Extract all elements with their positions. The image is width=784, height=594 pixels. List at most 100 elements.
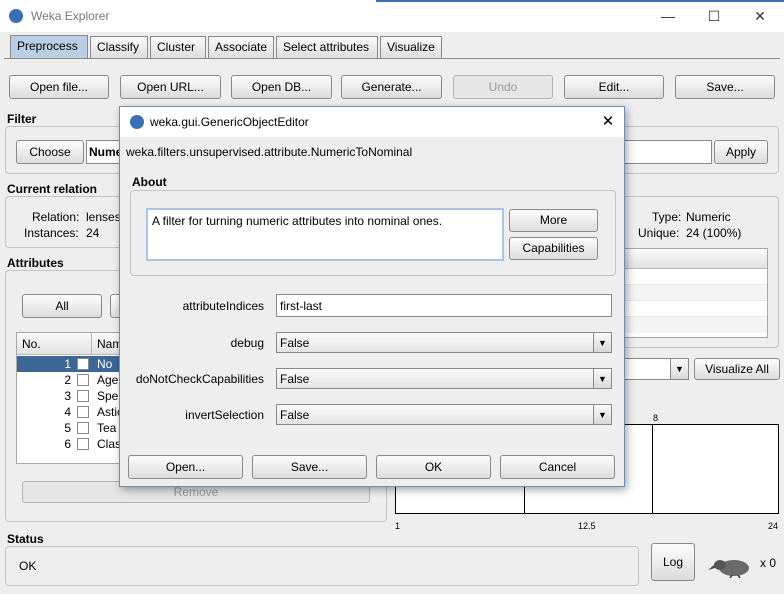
close-window-button[interactable]: ✕ <box>750 6 770 26</box>
tab-classify[interactable]: Classify <box>90 36 148 58</box>
unique-label: Unique: <box>638 226 680 240</box>
debug-label: debug <box>230 336 264 350</box>
save-button[interactable]: Save... <box>675 75 775 99</box>
window-title: Weka Explorer <box>31 9 110 23</box>
unique-value: 24 (100%) <box>686 226 742 240</box>
histogram-bar-divider <box>652 424 653 514</box>
chevron-down-icon: ▼ <box>670 359 688 379</box>
attribute-row[interactable]: 4 Astic <box>17 404 135 420</box>
attribute-name: Clas <box>97 437 122 451</box>
attribute-indices-label: attributeIndices <box>182 299 264 313</box>
attribute-row[interactable]: 3 Spe <box>17 388 135 404</box>
task-count: x 0 <box>760 556 777 570</box>
dialog-open-button[interactable]: Open... <box>128 455 243 479</box>
attribute-row[interactable]: 1 No <box>17 356 135 372</box>
axis-tick-min: 1 <box>395 521 401 531</box>
window-top-accent <box>376 0 784 2</box>
filter-heading: Filter <box>7 112 37 126</box>
chevron-down-icon: ▼ <box>593 333 611 352</box>
log-button[interactable]: Log <box>651 543 695 581</box>
attribute-list: No. Nam 1 No 2 Age 3 Spe 4 Astic 5 Tea 6 Clas <box>16 332 136 464</box>
maximize-button[interactable]: ☐ <box>704 6 724 26</box>
capabilities-button[interactable]: Capabilities <box>509 237 598 260</box>
axis-tick-mid: 12.5 <box>578 521 596 531</box>
dialog-close-button[interactable]: ✕ <box>598 112 618 132</box>
tab-associate[interactable]: Associate <box>208 36 274 58</box>
instances-label: Instances: <box>24 226 79 240</box>
attribute-name: Tea <box>97 421 117 435</box>
invert-selection-select[interactable]: False ▼ <box>276 404 612 425</box>
attribute-checkbox[interactable] <box>77 374 89 386</box>
tab-divider <box>4 58 780 59</box>
debug-value: False <box>280 336 310 350</box>
axis-tick-max: 24 <box>768 521 779 531</box>
chevron-down-icon: ▼ <box>593 369 611 388</box>
attribute-row[interactable]: 5 Tea <box>17 420 135 436</box>
choose-filter-button[interactable]: Choose <box>16 140 84 164</box>
column-no: No. <box>22 337 41 351</box>
attribute-list-header: No. Nam <box>17 333 135 355</box>
visualize-all-button[interactable]: Visualize All <box>694 358 780 380</box>
attribute-name: No <box>97 357 113 371</box>
tab-preprocess[interactable]: Preprocess <box>10 35 88 59</box>
generic-object-editor-dialog: weka.gui.GenericObjectEditor ✕ weka.filt… <box>119 106 625 487</box>
tab-cluster[interactable]: Cluster <box>150 36 206 58</box>
type-label: Type: <box>652 210 682 224</box>
statistics-table <box>624 248 768 338</box>
attribute-checkbox[interactable] <box>77 438 89 450</box>
weka-app-icon <box>130 115 144 129</box>
instances-value: 24 <box>86 226 100 240</box>
current-relation-heading: Current relation <box>7 182 98 196</box>
apply-button[interactable]: Apply <box>714 140 768 164</box>
dialog-title: weka.gui.GenericObjectEditor <box>150 115 309 129</box>
more-button[interactable]: More <box>509 209 598 232</box>
attribute-name: Age <box>97 373 119 387</box>
open-url-button[interactable]: Open URL... <box>120 75 221 99</box>
attribute-name: Spe <box>97 389 119 403</box>
status-heading: Status <box>7 532 44 546</box>
attribute-number: 6 <box>64 437 71 451</box>
statistics-table-header <box>625 249 767 269</box>
dialog-save-button[interactable]: Save... <box>252 455 367 479</box>
generate-button[interactable]: Generate... <box>341 75 442 99</box>
attribute-number: 5 <box>64 421 71 435</box>
dialog-title-bar: weka.gui.GenericObjectEditor ✕ <box>120 107 624 137</box>
attribute-row[interactable]: 6 Clas <box>17 436 135 452</box>
attribute-checkbox[interactable] <box>77 390 89 402</box>
do-not-check-capabilities-select[interactable]: False ▼ <box>276 368 612 389</box>
minimize-button[interactable]: — <box>658 6 678 26</box>
about-text-area: A filter for turning numeric attributes … <box>146 208 504 261</box>
about-heading: About <box>132 175 167 189</box>
attribute-row[interactable]: 2 Age <box>17 372 135 388</box>
open-db-button[interactable]: Open DB... <box>231 75 332 99</box>
status-text: OK <box>19 559 37 573</box>
attribute-checkbox[interactable] <box>77 422 89 434</box>
weka-bird-icon <box>708 556 754 579</box>
dialog-ok-button[interactable]: OK <box>376 455 491 479</box>
attribute-number: 3 <box>64 389 71 403</box>
table-row <box>625 269 767 285</box>
select-all-button[interactable]: All <box>22 294 102 318</box>
class-combobox[interactable]: ▼ <box>624 358 689 380</box>
tab-visualize[interactable]: Visualize <box>380 36 442 58</box>
debug-select[interactable]: False ▼ <box>276 332 612 353</box>
dialog-cancel-button[interactable]: Cancel <box>500 455 615 479</box>
edit-button[interactable]: Edit... <box>564 75 664 99</box>
relation-value: lenses <box>86 210 121 224</box>
title-bar: Weka Explorer — ☐ ✕ <box>0 0 784 32</box>
attribute-number: 2 <box>64 373 71 387</box>
attribute-indices-value: first-last <box>280 299 322 313</box>
type-value: Numeric <box>686 210 731 224</box>
about-text: A filter for turning numeric attributes … <box>152 214 443 228</box>
undo-button[interactable]: Undo <box>453 75 553 99</box>
status-panel <box>5 546 639 586</box>
table-row <box>625 301 767 317</box>
attribute-indices-field[interactable]: first-last <box>276 294 612 317</box>
attribute-number: 4 <box>64 405 71 419</box>
open-file-button[interactable]: Open file... <box>9 75 109 99</box>
histogram-bar-label: 8 <box>653 413 659 423</box>
tab-select-attributes[interactable]: Select attributes <box>276 36 378 58</box>
weka-app-icon <box>9 9 23 23</box>
attribute-checkbox[interactable] <box>77 358 89 370</box>
attribute-checkbox[interactable] <box>77 406 89 418</box>
